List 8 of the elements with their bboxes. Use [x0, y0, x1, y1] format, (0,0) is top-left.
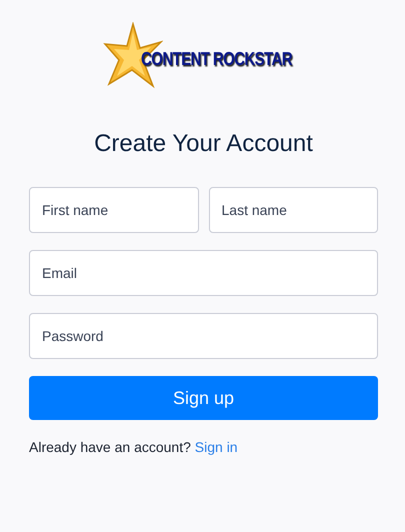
input-field[interactable]: First name — [29, 187, 198, 233]
signin-link[interactable]: Sign in — [194, 439, 238, 455]
input-field[interactable]: Password — [29, 313, 378, 359]
input-field[interactable]: Email — [29, 250, 378, 296]
page-title: Create Your Account — [93, 129, 314, 159]
signup-button[interactable]: Sign up — [29, 376, 378, 420]
input-field[interactable]: Last name — [208, 187, 378, 233]
signin-prompt: Already have an account? Sign in — [29, 439, 239, 455]
